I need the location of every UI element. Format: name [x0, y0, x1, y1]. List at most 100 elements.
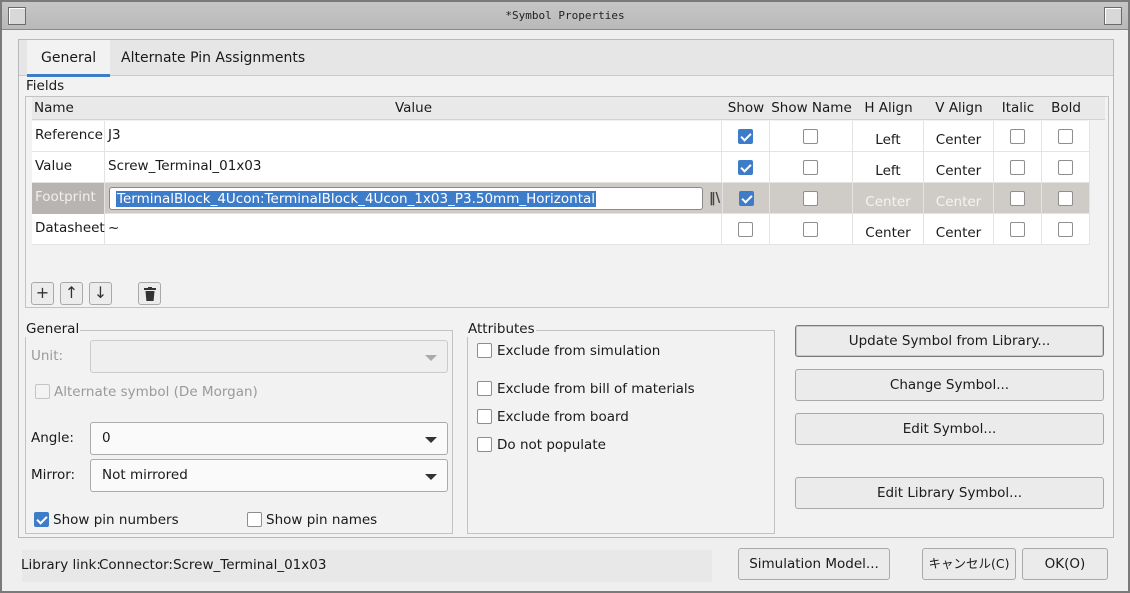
column-header-v-align[interactable]: V Align — [924, 97, 994, 120]
show-name-cell — [770, 121, 853, 152]
show-name-checkbox[interactable] — [803, 191, 818, 206]
grid-header: Name Value Show Show Name H Align V Alig… — [32, 97, 1105, 120]
unit-select — [90, 340, 448, 373]
show-checkbox[interactable] — [738, 222, 753, 237]
show-name-cell — [770, 214, 853, 245]
cancel-button[interactable]: キャンセル(C) — [922, 548, 1016, 580]
exclude-bom-checkbox[interactable] — [477, 381, 492, 396]
bold-checkbox[interactable] — [1058, 191, 1073, 206]
italic-cell — [994, 121, 1042, 152]
h-align-value[interactable]: Left — [853, 121, 924, 152]
bold-cell — [1042, 214, 1090, 245]
bold-checkbox[interactable] — [1058, 129, 1073, 144]
tab-bar: General Alternate Pin Assignments — [19, 40, 1113, 77]
do-not-populate-label: Do not populate — [497, 437, 606, 453]
field-row-footprint[interactable]: Footprint TerminalBlock_4Ucon:TerminalBl… — [32, 183, 1090, 214]
italic-checkbox[interactable] — [1010, 129, 1025, 144]
ok-button[interactable]: OK(O) — [1022, 548, 1108, 580]
title-bar[interactable]: *Symbol Properties — [2, 2, 1128, 30]
italic-checkbox[interactable] — [1010, 222, 1025, 237]
alternate-symbol-label: Alternate symbol (De Morgan) — [54, 384, 258, 400]
show-name-checkbox[interactable] — [803, 129, 818, 144]
selected-text[interactable]: TerminalBlock_4Ucon:TerminalBlock_4Ucon_… — [116, 191, 597, 207]
show-pin-names-checkbox[interactable] — [247, 512, 262, 527]
edit-symbol-button[interactable]: Edit Symbol... — [795, 413, 1104, 445]
column-header-name[interactable]: Name — [32, 97, 105, 120]
v-align-value[interactable]: Center — [924, 183, 994, 214]
show-pin-numbers-label: Show pin numbers — [53, 512, 179, 528]
alternate-symbol-checkbox — [35, 384, 50, 399]
v-align-value[interactable]: Center — [924, 214, 994, 245]
show-cell — [722, 152, 770, 183]
field-row-reference[interactable]: Reference J3 Left Center — [32, 121, 1090, 152]
italic-cell — [994, 183, 1042, 214]
angle-label: Angle: — [31, 430, 74, 446]
show-checkbox[interactable] — [739, 191, 754, 206]
unit-label: Unit: — [31, 348, 64, 364]
arrow-down-icon[interactable]: ↓ — [89, 282, 112, 305]
edit-library-symbol-button[interactable]: Edit Library Symbol... — [795, 477, 1104, 509]
field-name: Reference — [32, 121, 105, 152]
column-header-value[interactable]: Value — [105, 97, 722, 120]
show-cell — [722, 214, 770, 245]
exclude-simulation-label: Exclude from simulation — [497, 343, 661, 359]
field-value[interactable]: Screw_Terminal_01x03 — [105, 152, 722, 183]
fields-group-label: Fields — [25, 78, 66, 94]
bold-checkbox[interactable] — [1058, 222, 1073, 237]
exclude-simulation-checkbox[interactable] — [477, 343, 492, 358]
close-icon[interactable] — [1104, 7, 1122, 25]
dialog-content: General Alternate Pin Assignments Fields… — [18, 39, 1114, 538]
field-row-datasheet[interactable]: Datasheet ~ Center Center — [32, 214, 1090, 245]
field-value[interactable]: ~ — [105, 214, 722, 245]
tab-general[interactable]: General — [27, 40, 111, 77]
window-title: *Symbol Properties — [505, 9, 625, 22]
angle-select[interactable]: 0 — [90, 422, 448, 455]
exclude-bom-label: Exclude from bill of materials — [497, 381, 695, 397]
show-name-cell — [770, 152, 853, 183]
mirror-select[interactable]: Not mirrored — [90, 459, 448, 492]
do-not-populate-checkbox[interactable] — [477, 437, 492, 452]
trash-icon[interactable] — [138, 282, 161, 305]
italic-cell — [994, 214, 1042, 245]
exclude-board-checkbox[interactable] — [477, 409, 492, 424]
v-align-value[interactable]: Center — [924, 121, 994, 152]
italic-checkbox[interactable] — [1010, 160, 1025, 175]
h-align-value[interactable]: Center — [853, 214, 924, 245]
dialog-window: *Symbol Properties General Alternate Pin… — [0, 0, 1130, 593]
change-symbol-button[interactable]: Change Symbol... — [795, 369, 1104, 401]
column-header-italic[interactable]: Italic — [994, 97, 1042, 120]
column-header-bold[interactable]: Bold — [1042, 97, 1090, 120]
add-icon[interactable]: + — [31, 282, 54, 305]
h-align-value[interactable]: Left — [853, 152, 924, 183]
h-align-value[interactable]: Center — [853, 183, 924, 214]
attributes-group-label: Attributes — [467, 321, 536, 337]
column-header-show[interactable]: Show — [722, 97, 770, 120]
show-name-checkbox[interactable] — [803, 160, 818, 175]
field-name: Datasheet — [32, 214, 105, 245]
field-name: Value — [32, 152, 105, 183]
chevron-down-icon — [425, 437, 437, 443]
footprint-value-editor[interactable]: TerminalBlock_4Ucon:TerminalBlock_4Ucon_… — [109, 187, 703, 210]
field-value[interactable]: J3 — [105, 121, 722, 152]
field-name: Footprint — [32, 183, 105, 214]
bold-checkbox[interactable] — [1058, 160, 1073, 175]
update-symbol-button[interactable]: Update Symbol from Library... — [795, 325, 1104, 357]
column-header-show-name[interactable]: Show Name — [770, 97, 853, 120]
bold-cell — [1042, 183, 1090, 214]
column-header-h-align[interactable]: H Align — [853, 97, 924, 120]
arrow-up-icon[interactable]: ↑ — [60, 282, 83, 305]
library-books-icon[interactable]: ‖\ — [709, 191, 720, 206]
show-pin-numbers-checkbox[interactable] — [34, 512, 49, 527]
show-checkbox[interactable] — [738, 129, 753, 144]
simulation-model-button[interactable]: Simulation Model... — [738, 548, 890, 580]
show-name-checkbox[interactable] — [803, 222, 818, 237]
field-row-value[interactable]: Value Screw_Terminal_01x03 Left Center — [32, 152, 1090, 183]
exclude-board-label: Exclude from board — [497, 409, 629, 425]
tab-alternate-pin-assignments[interactable]: Alternate Pin Assignments — [107, 40, 319, 76]
show-checkbox[interactable] — [738, 160, 753, 175]
italic-checkbox[interactable] — [1010, 191, 1025, 206]
chevron-down-icon — [425, 355, 437, 361]
general-group-label: General — [25, 321, 81, 337]
show-cell — [722, 183, 770, 214]
v-align-value[interactable]: Center — [924, 152, 994, 183]
